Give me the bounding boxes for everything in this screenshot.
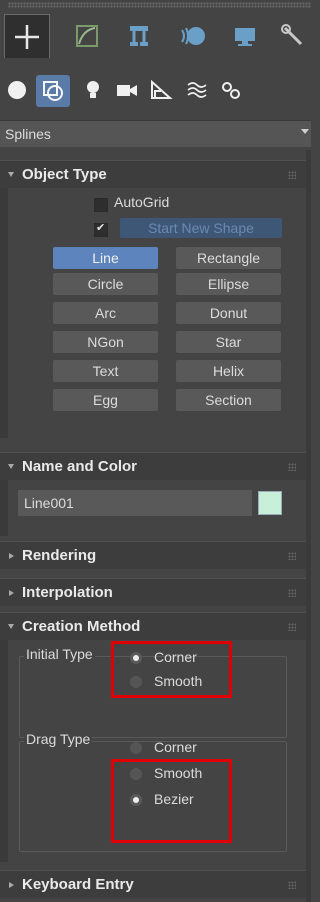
- rollout-title: Object Type: [22, 166, 107, 183]
- utilities-wrench-icon: [281, 24, 303, 46]
- rollout-keyboard-entry-header[interactable]: Keyboard Entry: [0, 870, 306, 898]
- rollout-title: Creation Method: [22, 618, 141, 635]
- drag-type-label: Drag Type: [24, 731, 93, 747]
- start-new-shape-checkbox[interactable]: [94, 221, 108, 237]
- expand-arrow-icon: [8, 552, 14, 559]
- rollout-name-and-color-header[interactable]: Name and Color: [0, 452, 306, 480]
- shapes-icon: [43, 81, 63, 101]
- autogrid-label: AutoGrid: [114, 194, 170, 210]
- collapse-arrow-icon: [8, 172, 14, 177]
- category-dropdown-value: Splines: [5, 126, 51, 142]
- ellipse-button[interactable]: Ellipse: [176, 273, 281, 295]
- systems-icon: [222, 82, 240, 99]
- rollout-interpolation-header[interactable]: Interpolation: [0, 578, 306, 606]
- category-tabs: [0, 72, 311, 112]
- command-panel-tabs: [0, 14, 311, 64]
- motion-icon: [181, 27, 205, 45]
- expand-arrow-icon: [8, 881, 14, 888]
- panel-grip[interactable]: [8, 2, 311, 8]
- text-button[interactable]: Text: [53, 360, 158, 382]
- rollout-title: Keyboard Entry: [22, 876, 134, 893]
- rollout-object-type-body: AutoGrid Start New Shape Line Rectangle …: [0, 188, 306, 438]
- circle-button[interactable]: Circle: [53, 273, 158, 295]
- tab-systems[interactable]: [214, 72, 248, 108]
- drag-handle-icon[interactable]: [288, 623, 296, 631]
- initial-type-label: Initial Type: [24, 646, 95, 662]
- start-new-shape-button[interactable]: Start New Shape: [120, 218, 282, 238]
- helix-button[interactable]: Helix: [176, 360, 281, 382]
- initial-type-highlight-box: [111, 641, 232, 698]
- rollout-name-and-color-body: Line001: [0, 480, 306, 536]
- modify-curve-icon: [76, 25, 98, 47]
- rollout-title: Rendering: [22, 547, 97, 564]
- rollout-rendering-header[interactable]: Rendering: [0, 541, 306, 569]
- create-plus-icon: [15, 24, 39, 49]
- drag-handle-icon[interactable]: [288, 463, 296, 471]
- helpers-icon: [151, 79, 173, 99]
- tab-create[interactable]: [4, 14, 50, 58]
- donut-button[interactable]: Donut: [176, 302, 281, 324]
- drag-handle-icon[interactable]: [288, 881, 296, 889]
- egg-button[interactable]: Egg: [53, 389, 158, 411]
- category-dropdown[interactable]: Splines: [0, 120, 311, 147]
- tab-display[interactable]: [222, 14, 268, 58]
- rollout-creation-method-header[interactable]: Creation Method: [0, 612, 306, 640]
- lights-bulb-icon: [87, 81, 99, 98]
- tab-shapes[interactable]: [36, 75, 70, 107]
- panel-scrollbar[interactable]: [306, 150, 311, 902]
- tab-lights[interactable]: [76, 72, 110, 108]
- tab-modify[interactable]: [64, 14, 110, 58]
- drag-type-highlight-box: [111, 759, 232, 843]
- tab-hierarchy[interactable]: [116, 14, 162, 58]
- line-button[interactable]: Line: [53, 247, 158, 269]
- cameras-icon: [117, 85, 137, 96]
- ngon-button[interactable]: NGon: [53, 331, 158, 353]
- collapse-arrow-icon: [8, 464, 14, 469]
- geometry-sphere-icon: [8, 81, 26, 99]
- chevron-down-icon: [301, 129, 309, 134]
- space-warps-icon: [187, 82, 207, 98]
- rollout-object-type-header[interactable]: Object Type: [0, 160, 306, 188]
- hierarchy-icon: [130, 26, 148, 46]
- tab-geometry[interactable]: [0, 72, 34, 108]
- object-name-field[interactable]: Line001: [18, 490, 252, 516]
- tab-space-warps[interactable]: [180, 72, 214, 108]
- rollout-creation-method-body: Initial Type Corner Smooth Drag Type Cor…: [0, 640, 306, 862]
- arc-button[interactable]: Arc: [53, 302, 158, 324]
- rectangle-button[interactable]: Rectangle: [176, 247, 281, 269]
- drag-handle-icon[interactable]: [288, 589, 296, 597]
- object-color-swatch[interactable]: [258, 491, 282, 515]
- rollout-title: Interpolation: [22, 584, 113, 601]
- tab-utilities[interactable]: [270, 14, 316, 58]
- collapse-arrow-icon: [8, 624, 14, 629]
- star-button[interactable]: Star: [176, 331, 281, 353]
- rollout-title: Name and Color: [22, 458, 138, 475]
- tab-helpers[interactable]: [144, 72, 178, 108]
- drag-handle-icon[interactable]: [288, 171, 296, 179]
- drag-type-corner-label: Corner: [154, 739, 197, 755]
- drag-type-corner-radio[interactable]: [130, 742, 142, 754]
- tab-cameras[interactable]: [110, 72, 144, 108]
- display-monitor-icon: [235, 28, 255, 46]
- drag-handle-icon[interactable]: [288, 552, 296, 560]
- tab-motion[interactable]: [170, 14, 216, 58]
- autogrid-checkbox[interactable]: [94, 198, 108, 212]
- section-button[interactable]: Section: [176, 389, 281, 411]
- expand-arrow-icon: [8, 589, 14, 596]
